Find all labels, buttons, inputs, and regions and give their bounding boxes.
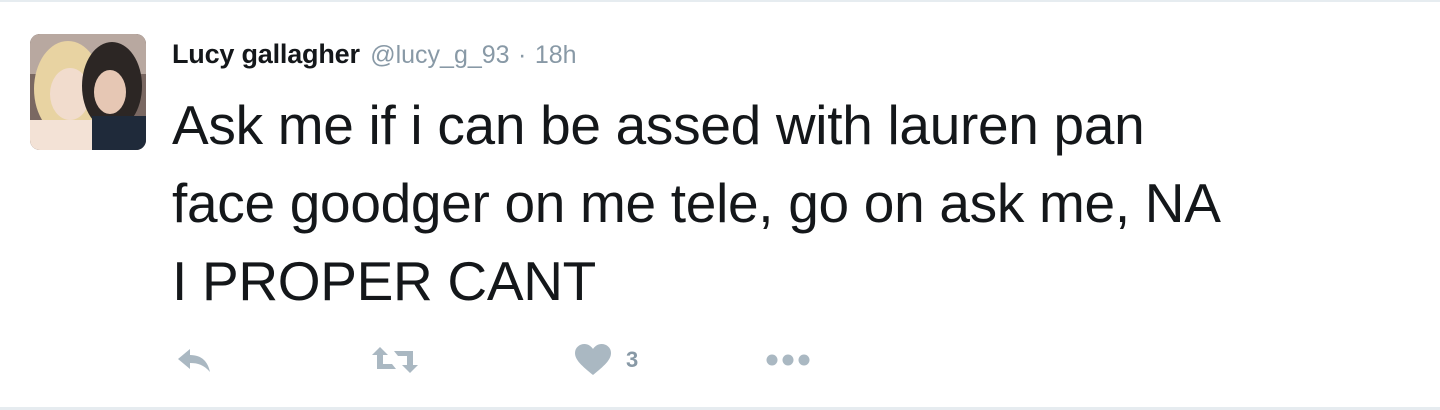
avatar-photo-icon <box>30 34 146 150</box>
retweet-icon <box>372 347 418 373</box>
more-options-button[interactable] <box>764 338 812 382</box>
reply-icon <box>178 349 210 372</box>
avatar[interactable] <box>30 34 146 150</box>
tweet-text: Ask me if i can be assed with lauren pan… <box>172 86 1412 320</box>
tweet-content: Lucy gallagher @lucy_g_93 · 18h Ask me i… <box>172 36 1412 320</box>
author-handle[interactable]: @lucy_g_93 <box>370 41 509 69</box>
more-dots-icon <box>766 354 810 366</box>
retweet-button[interactable] <box>370 338 420 382</box>
header-separator: · <box>518 41 527 69</box>
heart-icon <box>575 344 611 375</box>
tweet-card[interactable]: Lucy gallagher @lucy_g_93 · 18h Ask me i… <box>0 0 1440 410</box>
author-name[interactable]: Lucy gallagher <box>172 39 360 69</box>
like-count: 3 <box>626 347 639 372</box>
tweet-text-line: face goodger on me tele, go on ask me, N… <box>172 172 1221 234</box>
tweet-text-line: I PROPER CANT <box>172 250 596 312</box>
tweet-text-line: Ask me if i can be assed with lauren pan <box>172 94 1145 156</box>
tweet-actions: 3 <box>172 338 872 382</box>
tweet-timestamp[interactable]: 18h <box>535 41 577 69</box>
reply-button[interactable] <box>174 338 214 382</box>
tweet-header: Lucy gallagher @lucy_g_93 · 18h <box>172 36 1412 74</box>
like-button[interactable]: 3 <box>574 338 638 382</box>
